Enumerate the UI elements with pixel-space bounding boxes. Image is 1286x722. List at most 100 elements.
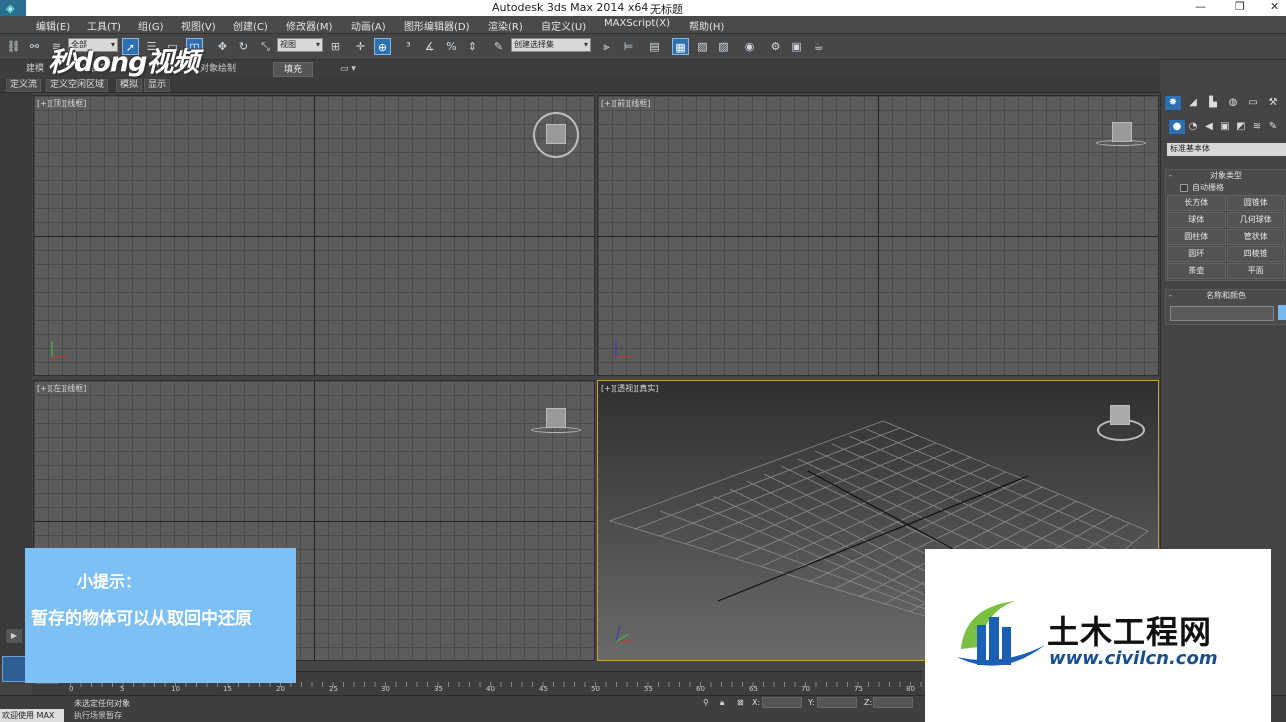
tube-button[interactable]: 管状体 [1226, 229, 1285, 245]
restore-button[interactable]: ❐ [1235, 0, 1245, 13]
sphere-button[interactable]: 球体 [1167, 212, 1226, 228]
menu-help[interactable]: 帮助(H) [689, 18, 724, 33]
render-production-icon[interactable]: ☕ [810, 38, 827, 55]
pivot-center-icon[interactable]: ⊞ [327, 38, 344, 55]
object-name-input[interactable] [1170, 306, 1274, 321]
grid-axis-z [878, 96, 879, 375]
logo-url: www.civilcn.com [1049, 648, 1218, 669]
utilities-tab-icon[interactable]: ⚒ [1265, 96, 1281, 110]
plane-button[interactable]: 平面 [1226, 263, 1285, 279]
cone-button[interactable]: 圆锥体 [1226, 195, 1285, 211]
close-button[interactable]: ✕ [1270, 0, 1279, 13]
align-icon[interactable]: ⊨ [620, 38, 637, 55]
named-selection-sets-dropdown[interactable]: 创建选择集 [511, 38, 591, 52]
pin-icon[interactable]: ⚲ [703, 698, 709, 707]
graphite-toggle-icon[interactable]: ▦ [672, 38, 689, 55]
unlink-icon[interactable]: ⚯ [26, 38, 43, 55]
render-setup-icon[interactable]: ⚙ [767, 38, 784, 55]
hierarchy-tab-icon[interactable]: ▙ [1205, 96, 1221, 110]
menu-edit[interactable]: 编辑(E) [36, 18, 70, 33]
menu-rendering[interactable]: 渲染(R) [488, 18, 523, 33]
object-type-title[interactable]: - 对象类型 [1166, 170, 1286, 182]
viewcube-icon[interactable] [1112, 122, 1132, 142]
simulate-button[interactable]: 模拟 [116, 79, 143, 92]
selection-status: 未选定任何对象 [74, 699, 130, 708]
object-category-dropdown[interactable]: 标准基本体 [1167, 143, 1286, 156]
select-scale-icon[interactable]: ⤡ [257, 38, 274, 55]
viewport-label[interactable]: [+][前][线框] [601, 98, 650, 109]
box-button[interactable]: 长方体 [1167, 195, 1226, 211]
viewcube-icon[interactable] [1110, 405, 1130, 425]
schematic-view-icon[interactable]: ▨ [715, 38, 732, 55]
menu-animation[interactable]: 动画(A) [351, 18, 386, 33]
material-editor-icon[interactable]: ◉ [741, 38, 758, 55]
layer-manager-icon[interactable]: ▤ [646, 38, 663, 55]
viewport-label[interactable]: [+][顶][线框] [37, 98, 86, 109]
spinner-snap-icon[interactable]: ⇕ [464, 38, 481, 55]
percent-snap-icon[interactable]: % [443, 38, 460, 55]
minimize-button[interactable]: — [1195, 0, 1206, 13]
geometry-icon[interactable]: ● [1169, 120, 1185, 134]
display-button[interactable]: 显示 [144, 79, 171, 92]
maxscript-listener-mini[interactable]: 欢迎使用 MAX [0, 709, 64, 722]
pyramid-button[interactable]: 四棱锥 [1226, 246, 1285, 262]
helpers-icon[interactable]: ◩ [1233, 120, 1249, 134]
edit-named-selection-icon[interactable]: ✎ [490, 38, 507, 55]
define-flows-button[interactable]: 定义流 [6, 79, 42, 92]
shapes-icon[interactable]: ◔ [1185, 120, 1201, 134]
ribbon-display-options-icon[interactable]: ▭ ▾ [330, 62, 366, 77]
selection-lock-icon[interactable]: 🔒︎ [720, 698, 724, 708]
torus-button[interactable]: 圆环 [1167, 246, 1226, 262]
menu-customize[interactable]: 自定义(U) [541, 18, 586, 33]
rendered-frame-window-icon[interactable]: ▣ [788, 38, 805, 55]
name-and-color-title[interactable]: - 名称和颜色 [1166, 290, 1286, 302]
menu-create[interactable]: 创建(C) [233, 18, 268, 33]
curve-editor-icon[interactable]: ▧ [694, 38, 711, 55]
teapot-button[interactable]: 茶壶 [1167, 263, 1226, 279]
ribbon-tab-populate[interactable]: 填充 [273, 62, 314, 77]
create-tab-icon[interactable]: ✸ [1165, 96, 1181, 110]
define-idle-areas-button[interactable]: 定义空闲区域 [46, 79, 109, 92]
select-manipulate-icon[interactable]: ✛ [352, 38, 369, 55]
menu-graph-editors[interactable]: 图形编辑器(D) [404, 18, 470, 33]
x-coordinate-field[interactable] [762, 697, 802, 708]
systems-icon[interactable]: ✎ [1265, 120, 1281, 134]
viewcube-icon[interactable] [546, 124, 566, 144]
viewport-front[interactable]: [+][前][线框] [597, 95, 1159, 376]
lights-icon[interactable]: ◀ [1201, 120, 1217, 134]
cylinder-button[interactable]: 圆柱体 [1167, 229, 1226, 245]
z-coordinate-field[interactable] [873, 697, 913, 708]
menu-tools[interactable]: 工具(T) [87, 18, 121, 33]
menu-views[interactable]: 视图(V) [181, 18, 216, 33]
snaps-toggle-icon[interactable]: ³ [400, 38, 417, 55]
cameras-icon[interactable]: ▣ [1217, 120, 1233, 134]
reference-coordinate-dropdown[interactable]: 视图 [277, 38, 323, 52]
menu-maxscript[interactable]: MAXScript(X) [604, 18, 670, 29]
space-warps-icon[interactable]: ≋ [1249, 120, 1265, 134]
keyboard-shortcut-toggle-icon[interactable]: ⊕ [374, 38, 391, 55]
menu-group[interactable]: 组(G) [138, 18, 164, 33]
select-move-icon[interactable]: ✥ [214, 38, 231, 55]
geosphere-button[interactable]: 几何球体 [1226, 212, 1285, 228]
absolute-mode-icon[interactable]: ⊠ [737, 698, 744, 707]
y-coordinate-field[interactable] [817, 697, 857, 708]
grid-axis-z [314, 381, 315, 660]
object-color-swatch[interactable] [1278, 305, 1286, 320]
link-icon[interactable]: ⛓ [5, 38, 22, 55]
angle-snap-icon[interactable]: ∡ [421, 38, 438, 55]
modify-tab-icon[interactable]: ◢ [1185, 96, 1201, 110]
mirror-icon[interactable]: ⫸ [598, 38, 615, 55]
timeline-label: 40 [486, 685, 495, 693]
viewport-label[interactable]: [+][左][线框] [37, 383, 86, 394]
timeline-label: 65 [749, 685, 758, 693]
autogrid-checkbox[interactable]: 自动栅格 [1166, 182, 1286, 194]
play-icon[interactable]: ▶ [6, 629, 22, 643]
application-menu-button[interactable]: ◈ [0, 0, 26, 16]
viewcube-icon[interactable] [546, 408, 566, 428]
motion-tab-icon[interactable]: ◍ [1225, 96, 1241, 110]
display-tab-icon[interactable]: ▭ [1245, 96, 1261, 110]
grid-axis-y [314, 96, 315, 375]
menu-modifiers[interactable]: 修改器(M) [286, 18, 332, 33]
viewport-top[interactable]: [+][顶][线框] [33, 95, 595, 376]
select-rotate-icon[interactable]: ↻ [235, 38, 252, 55]
